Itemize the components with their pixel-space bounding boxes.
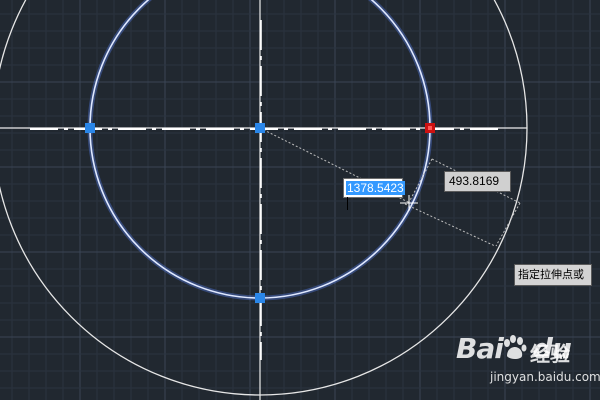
grip-left-quadrant[interactable]	[85, 123, 95, 133]
dynamic-input-value: 1378.5423	[346, 181, 405, 195]
grip-right-quadrant-hot-inner	[428, 126, 432, 130]
dimension-value: 493.8169	[449, 174, 500, 188]
text-caret	[347, 197, 348, 210]
outer-circle[interactable]	[0, 0, 528, 396]
dimension-extension-line	[404, 203, 496, 247]
grip-center[interactable]	[255, 123, 265, 133]
baidu-jingyan-watermark: Bai du 经验 jingyan.baidu.com	[456, 332, 600, 394]
tooltip-text: 指定拉伸点或	[518, 268, 584, 281]
watermark-url: jingyan.baidu.com	[490, 370, 600, 384]
drawing-viewport[interactable]: 1378.5423 493.8169 指定拉伸点或 Bai du 经验 jingy…	[0, 0, 600, 400]
command-prompt-tooltip: 指定拉伸点或	[514, 264, 592, 286]
paw-icon	[504, 335, 527, 359]
dimension-value-field[interactable]: 493.8169	[444, 171, 511, 192]
dynamic-input-field[interactable]: 1378.5423	[343, 178, 405, 210]
dimension-tick-bottom	[495, 202, 521, 247]
watermark-product: 经验	[530, 342, 570, 366]
grip-bottom-quadrant[interactable]	[255, 293, 265, 303]
